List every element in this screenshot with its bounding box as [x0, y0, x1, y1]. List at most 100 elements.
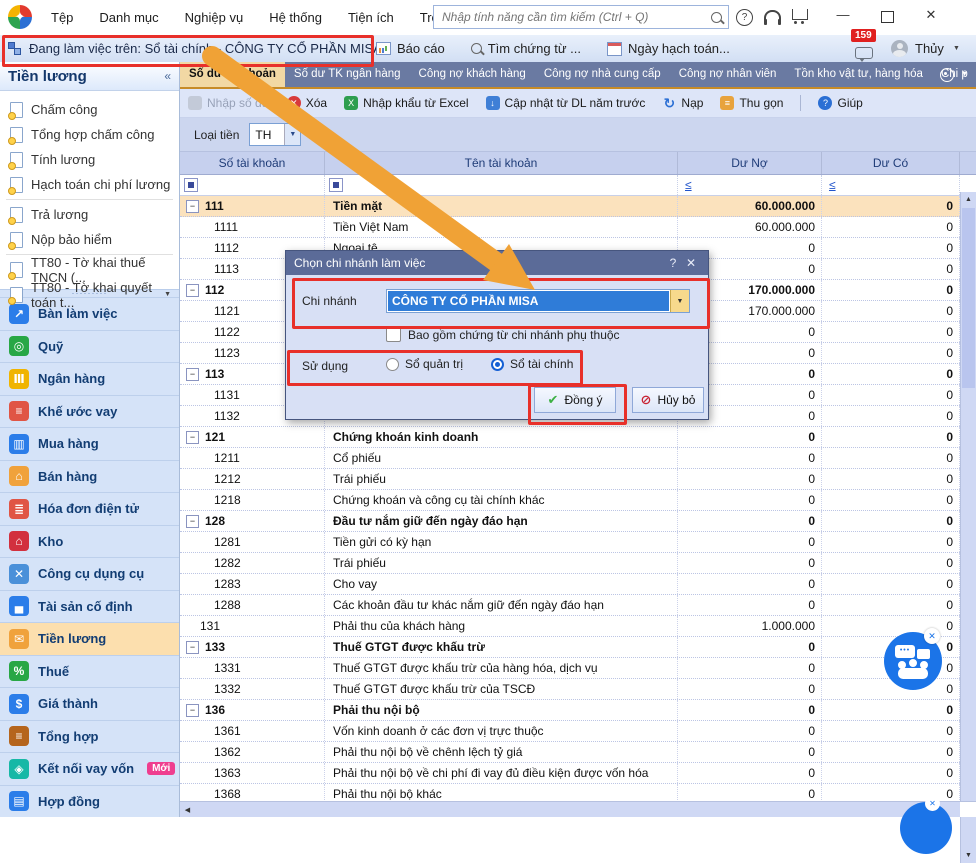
- currency-combobox[interactable]: TH ▼: [249, 123, 301, 146]
- scroll-left-icon[interactable]: ◀: [180, 802, 195, 817]
- filter-cell[interactable]: [325, 175, 678, 195]
- table-row[interactable]: −111Tiền mặt60.000.0000: [180, 196, 976, 217]
- filter-cell[interactable]: ≤: [678, 175, 822, 195]
- task-item[interactable]: TT80 - Tờ khai thuế TNCN (...: [0, 257, 179, 282]
- report-button[interactable]: Báo cáo: [376, 41, 445, 56]
- nav-item-costing[interactable]: $Giá thành: [0, 687, 179, 720]
- user-name[interactable]: Thủy: [915, 41, 944, 56]
- filter-operator[interactable]: ≤: [682, 178, 692, 192]
- nav-item-payroll[interactable]: ✉Tiền lương: [0, 622, 179, 655]
- nav-item-loan-contract[interactable]: ≡Khế ước vay: [0, 395, 179, 428]
- search-input[interactable]: [440, 9, 711, 25]
- table-row[interactable]: −133Thuế GTGT được khấu trừ00: [180, 637, 976, 658]
- radio-management-book[interactable]: Sổ quản trị: [386, 357, 463, 371]
- scroll-up-icon[interactable]: ▲: [961, 192, 976, 207]
- task-item[interactable]: Tính lương: [0, 147, 179, 172]
- task-item[interactable]: Nộp bảo hiểm: [0, 227, 179, 252]
- nav-item-purchase-cart[interactable]: ▥Mua hàng: [0, 427, 179, 460]
- expand-toggle-icon[interactable]: −: [186, 368, 199, 381]
- nav-item-bank[interactable]: ⅢNgân hàng: [0, 362, 179, 395]
- radio-management-icon[interactable]: [386, 358, 399, 371]
- window-maximize-button[interactable]: [881, 11, 894, 23]
- table-row[interactable]: 1363Phải thu nội bộ về chi phí đi vay đủ…: [180, 763, 976, 784]
- task-item[interactable]: Hạch toán chi phí lương: [0, 172, 179, 197]
- radio-financial-book[interactable]: Sổ tài chính: [491, 357, 573, 371]
- table-row[interactable]: 1331Thuế GTGT được khấu trừ của hàng hóa…: [180, 658, 976, 679]
- ok-button[interactable]: ✔ Đồng ý: [534, 387, 616, 413]
- filter-operator[interactable]: ≤: [826, 178, 836, 192]
- table-row[interactable]: −121Chứng khoán kinh doanh00: [180, 427, 976, 448]
- dialog-titlebar[interactable]: Chọn chi nhánh làm việc ? ✕: [286, 251, 708, 275]
- task-item[interactable]: TT80 - Tờ khai quyết toán t...▼: [0, 282, 179, 307]
- toolbar-button-update[interactable]: ↓Cập nhật từ DL năm trước: [486, 96, 646, 110]
- support-chat-button-2[interactable]: [900, 802, 952, 854]
- branch-dropdown-icon[interactable]: ▼: [670, 290, 689, 312]
- vertical-scrollbar[interactable]: ▲ ▼: [960, 192, 976, 863]
- menu-item-danh-mục[interactable]: Danh mục: [86, 10, 171, 25]
- tab-c-ng-n-kh-ch-h-ng[interactable]: Công nợ khách hàng: [410, 62, 535, 87]
- expand-toggle-icon[interactable]: −: [186, 704, 199, 717]
- expand-toggle-icon[interactable]: −: [186, 284, 199, 297]
- expand-toggle-icon[interactable]: −: [186, 431, 199, 444]
- notification-icon[interactable]: [855, 47, 873, 59]
- menu-item-nghiệp-vụ[interactable]: Nghiệp vụ: [172, 10, 257, 25]
- branch-combobox[interactable]: CÔNG TY CỔ PHẦN MISA ▼: [386, 289, 690, 313]
- expand-toggle-icon[interactable]: −: [186, 515, 199, 528]
- nav-item-e-invoice[interactable]: ≣Hóa đơn điện tử: [0, 492, 179, 525]
- toolbar-button-refresh[interactable]: ↻Nạp: [662, 96, 703, 110]
- user-avatar[interactable]: [891, 40, 908, 57]
- table-row[interactable]: 1211Cổ phiếu00: [180, 448, 976, 469]
- table-row[interactable]: 1212Trái phiếu00: [180, 469, 976, 490]
- toolbar-button-delete[interactable]: ✕Xóa: [287, 96, 327, 110]
- filter-cell[interactable]: ≤: [822, 175, 960, 195]
- filter-cell[interactable]: [180, 175, 325, 195]
- task-item[interactable]: Tổng hợp chấm công: [0, 122, 179, 147]
- shop-cart-icon[interactable]: [792, 9, 808, 20]
- include-subbranch-checkbox[interactable]: [386, 327, 401, 342]
- nav-item-warehouse[interactable]: ⌂Kho: [0, 525, 179, 558]
- window-minimize-button[interactable]: —: [836, 8, 850, 22]
- expand-toggle-icon[interactable]: −: [186, 641, 199, 654]
- table-row[interactable]: 1111Tiền Việt Nam60.000.0000: [180, 217, 976, 238]
- chat2-close-button[interactable]: ✕: [925, 796, 940, 811]
- toolbar-button-collapse[interactable]: ≡Thu gọn: [720, 96, 783, 110]
- vertical-scroll-thumb[interactable]: [962, 208, 975, 388]
- help-icon[interactable]: ?: [736, 9, 753, 26]
- table-row[interactable]: 131Phải thu của khách hàng1.000.0000: [180, 616, 976, 637]
- scroll-down-icon[interactable]: ▼: [961, 848, 976, 863]
- horizontal-scrollbar[interactable]: ◀ ▶: [180, 801, 976, 817]
- working-on-selector[interactable]: Đang làm việc trên: Sổ tài chính - CÔNG …: [8, 35, 382, 62]
- dialog-help-button[interactable]: ?: [664, 256, 682, 270]
- feature-search-box[interactable]: [433, 5, 729, 29]
- nav-item-fixed-asset[interactable]: ▄Tài sản cố định: [0, 590, 179, 623]
- task-item[interactable]: Trả lương: [0, 202, 179, 227]
- window-close-button[interactable]: ✕: [924, 8, 938, 22]
- menu-item-tiện-ích[interactable]: Tiện ích: [335, 10, 407, 25]
- nav-item-tax[interactable]: %Thuế: [0, 655, 179, 688]
- menu-item-hệ-thống[interactable]: Hệ thống: [256, 10, 335, 25]
- table-row[interactable]: 1218Chứng khoán và công cụ tài chính khá…: [180, 490, 976, 511]
- nav-item-general-ledger[interactable]: ≡Tổng hợp: [0, 720, 179, 753]
- column-header-4[interactable]: Dư Có: [822, 152, 960, 174]
- find-voucher-button[interactable]: Tìm chứng từ ...: [471, 41, 581, 56]
- expand-toggle-icon[interactable]: −: [186, 200, 199, 213]
- currency-dropdown-icon[interactable]: ▼: [284, 124, 300, 145]
- nav-item-cash-safe[interactable]: ◎Quỹ: [0, 330, 179, 363]
- sidebar-collapse-icon[interactable]: «: [164, 69, 171, 83]
- cancel-button[interactable]: ⊘ Hủy bỏ: [632, 387, 704, 413]
- tab-settings-gear-icon[interactable]: [940, 68, 954, 82]
- table-row[interactable]: 1281Tiền gửi có kỳ hạn00: [180, 532, 976, 553]
- table-row[interactable]: 1283Cho vay00: [180, 574, 976, 595]
- radio-financial-icon[interactable]: [491, 358, 504, 371]
- column-header-1[interactable]: Số tài khoản: [180, 152, 325, 174]
- table-row[interactable]: −128Đầu tư nắm giữ đến ngày đáo hạn00: [180, 511, 976, 532]
- chat-close-button[interactable]: ✕: [924, 628, 940, 644]
- table-row[interactable]: 1361Vốn kinh doanh ở các đơn vị trực thu…: [180, 721, 976, 742]
- nav-item-tools[interactable]: ✕Công cụ dụng cụ: [0, 557, 179, 590]
- filter-icon[interactable]: [329, 178, 343, 192]
- table-row[interactable]: 1332Thuế GTGT được khấu trừ của TSCĐ00: [180, 679, 976, 700]
- tab-s-d-tk-ng-n-h-ng[interactable]: Số dư TK ngân hàng: [285, 62, 410, 87]
- tab-t-n-kho-v-t-t-h-ng-h-a[interactable]: Tồn kho vật tư, hàng hóa: [785, 62, 932, 87]
- filter-icon[interactable]: [184, 178, 198, 192]
- nav-item-loan-connect[interactable]: ◈Kết nối vay vốnMới: [0, 752, 179, 785]
